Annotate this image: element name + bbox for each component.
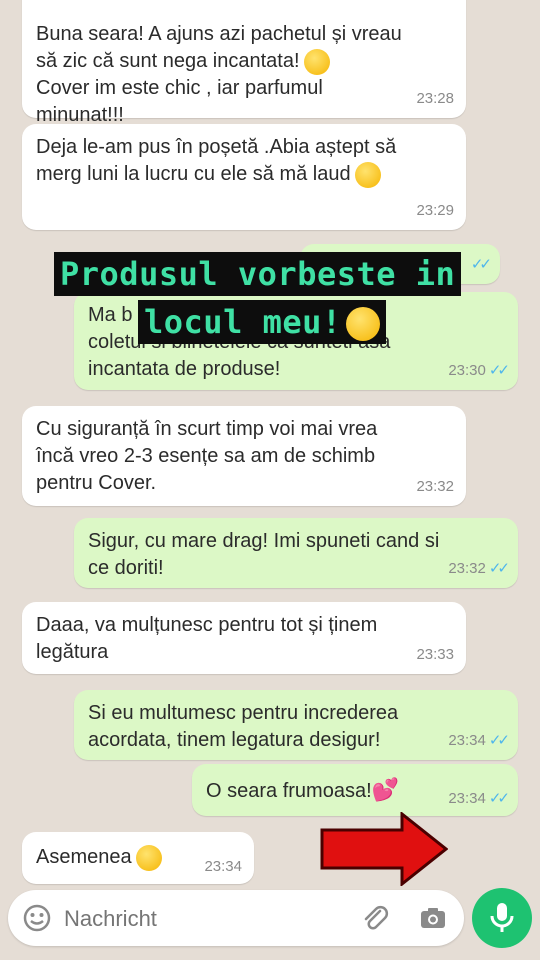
hearts-emoji-icon: 💕 [371, 777, 400, 802]
message-meta: 23:32 ✓✓ [448, 560, 510, 577]
message-meta: 23:30 ✓✓ [448, 362, 510, 379]
arrow-icon [320, 812, 448, 886]
message-text: Cu siguranță în scurt timp voi mai vrea … [36, 418, 378, 494]
message-outgoing: Sigur, cu mare drag! Imi spuneti cand si… [74, 518, 518, 588]
read-ticks-icon: ✓✓ [488, 560, 510, 577]
message-time: 23:32 [416, 478, 454, 495]
mic-button[interactable] [472, 888, 532, 948]
message-input[interactable] [62, 900, 356, 938]
message-text: Deja le-am pus în poșetă .Abia aștept să… [36, 134, 452, 188]
attach-icon[interactable] [360, 903, 390, 933]
emoji-icon[interactable] [22, 903, 52, 933]
message-incoming: Asemenea 23:34 [22, 832, 254, 884]
message-time: 23:28 [416, 90, 454, 107]
overlay-caption-line1: Produsul vorbeste in [54, 252, 462, 296]
read-ticks-icon: ✓✓ [488, 790, 510, 807]
message-incoming: Cu siguranță în scurt timp voi mai vrea … [22, 406, 466, 506]
message-incoming: Deja le-am pus în poșetă .Abia aștept să… [22, 124, 466, 230]
message-time: 23:29 [416, 202, 454, 219]
message-incoming: Buna seara! A ajuns azi pachetul și vrea… [22, 0, 466, 126]
heart-eyes-emoji-icon [135, 844, 162, 871]
smiling-emoji-icon [303, 48, 330, 75]
message-outgoing: Si eu multumesc pentru increderea acorda… [74, 690, 518, 760]
message-text: Daaa, va mulțunesc pentru tot și ținem l… [36, 614, 378, 663]
overlay-caption-line2: locul meu! [138, 300, 386, 344]
message-input-bar[interactable] [8, 890, 464, 946]
read-ticks-icon: ✓✓ [488, 362, 510, 379]
message-incoming: Daaa, va mulțunesc pentru tot și ținem l… [22, 602, 466, 674]
message-time: 23:33 [416, 646, 454, 663]
message-meta: 23:34 ✓✓ [448, 732, 510, 749]
grinning-emoji-icon [354, 161, 381, 188]
message-time: 23:34 [204, 858, 242, 875]
message-text: Si eu multumesc pentru increderea acorda… [88, 702, 399, 751]
heart-eyes-emoji-icon [345, 307, 380, 341]
message-text: Sigur, cu mare drag! Imi spuneti cand si… [88, 530, 440, 579]
message-text-continued: Cover im este chic , iar parfumul minuna… [36, 77, 323, 126]
camera-icon[interactable] [418, 903, 448, 933]
read-ticks-icon: ✓✓ [470, 256, 492, 273]
mic-icon [490, 903, 514, 932]
message-outgoing: O seara frumoasa!💕 23:34 ✓✓ [192, 764, 518, 816]
message-meta: 23:34 ✓✓ [448, 790, 510, 807]
read-ticks-icon: ✓✓ [488, 732, 510, 749]
